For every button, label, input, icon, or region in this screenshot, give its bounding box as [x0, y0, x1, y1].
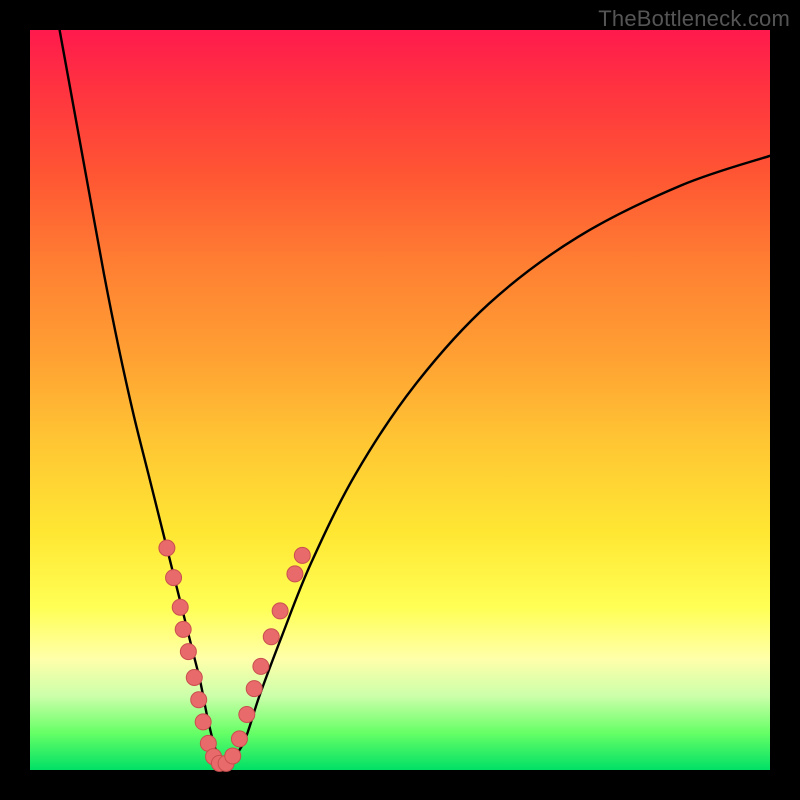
chart-svg	[30, 30, 770, 770]
highlight-dot	[186, 670, 202, 686]
chart-frame: TheBottleneck.com	[0, 0, 800, 800]
highlight-dot	[272, 603, 288, 619]
highlight-dot	[246, 681, 262, 697]
highlight-dot	[195, 714, 211, 730]
highlight-dot	[263, 629, 279, 645]
highlight-dot	[294, 547, 310, 563]
highlight-dot	[172, 599, 188, 615]
highlight-dot	[231, 731, 247, 747]
highlight-dot	[159, 540, 175, 556]
highlight-dot	[253, 658, 269, 674]
highlight-dot	[287, 566, 303, 582]
plot-area	[30, 30, 770, 770]
highlight-dot	[225, 748, 241, 764]
highlight-dot	[191, 692, 207, 708]
bottleneck-curve	[60, 30, 770, 765]
highlight-dot	[180, 644, 196, 660]
highlight-dots-group	[159, 540, 310, 771]
watermark-text: TheBottleneck.com	[598, 6, 790, 32]
highlight-dot	[239, 707, 255, 723]
highlight-dot	[175, 621, 191, 637]
highlight-dot	[166, 570, 182, 586]
